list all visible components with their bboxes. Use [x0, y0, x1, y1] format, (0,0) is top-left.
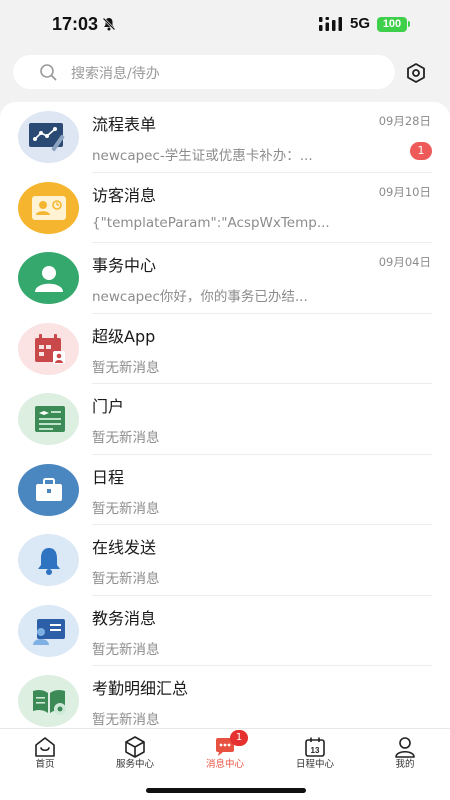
bell-off-icon: [102, 17, 116, 31]
status-time: 17:03: [52, 14, 99, 34]
battery-indicator: 100: [377, 17, 407, 32]
item-title: 日程: [92, 467, 125, 487]
signal-icon: [319, 17, 342, 31]
item-title: 教务消息: [92, 608, 157, 628]
list-item-workflow-form[interactable]: 流程表单 09月28日 newcapec-学生证或优惠卡补办：... 1: [0, 102, 450, 173]
bell-icon: [18, 534, 79, 586]
portal-board-icon: [18, 393, 79, 445]
tab-label: 消息中心: [205, 759, 244, 770]
network-type: 5G: [350, 15, 371, 32]
home-indicator: [146, 788, 306, 793]
tab-profile[interactable]: 我的: [360, 729, 450, 779]
tab-home[interactable]: 首页: [0, 729, 90, 779]
settings-icon[interactable]: [405, 62, 427, 84]
user-icon: [18, 252, 79, 304]
list-item-visitor[interactable]: 访客消息 09月10日 {"templateParam":"AcspWxTemp…: [0, 173, 450, 243]
search-icon: [40, 64, 57, 81]
list-item-teaching[interactable]: 教务消息 暂无新消息: [0, 596, 450, 666]
tab-service-center[interactable]: 服务中心: [90, 729, 180, 779]
item-preview: 暂无新消息: [92, 571, 160, 587]
item-preview: newcapec-学生证或优惠卡补办：...: [92, 148, 313, 164]
tab-label: 日程中心: [295, 759, 334, 770]
status-bar: 17:03 5G 100: [0, 0, 450, 50]
item-preview: 暂无新消息: [92, 359, 160, 376]
battery-tip: [408, 21, 410, 27]
item-title: 事务中心: [92, 256, 157, 275]
attendance-book-icon: [18, 675, 79, 727]
item-title: 门户: [92, 397, 125, 416]
item-preview: 暂无新消息: [92, 712, 160, 728]
visitor-card-icon: [18, 181, 79, 234]
list-item-portal[interactable]: 门户 暂无新消息: [0, 384, 450, 455]
tab-label: 首页: [35, 759, 55, 770]
tab-label: 服务中心: [115, 759, 154, 770]
search-input[interactable]: 搜索消息/待办: [13, 55, 395, 89]
list-item-super-app[interactable]: 超级App 暂无新消息: [0, 314, 450, 384]
svg-text:13: 13: [311, 746, 320, 755]
tab-badge: 1: [230, 730, 248, 746]
item-preview: newcapec你好，你的事务已办结...: [92, 289, 308, 305]
tab-schedule-center[interactable]: 13 日程中心: [270, 729, 360, 779]
list-item-schedule[interactable]: 日程 暂无新消息: [0, 455, 450, 525]
item-preview: {"templateParam":"AcspWxTemp...: [92, 214, 330, 231]
item-title: 访客消息: [92, 185, 157, 205]
list-item-affairs[interactable]: 事务中心 09月04日 newcapec你好，你的事务已办结...: [0, 243, 450, 314]
item-title: 超级App: [92, 326, 156, 346]
tab-label: 我的: [395, 759, 415, 770]
search-placeholder: 搜索消息/待办: [71, 66, 160, 82]
item-date: 09月28日: [378, 114, 431, 128]
item-date: 09月10日: [378, 184, 431, 199]
list-item-attendance[interactable]: 考勤明细汇总 暂无新消息: [0, 666, 450, 728]
item-title: 考勤明细汇总: [92, 679, 189, 698]
item-title: 在线发送: [92, 538, 157, 557]
item-title: 流程表单: [92, 115, 157, 134]
tab-message-center[interactable]: 1 消息中心: [180, 729, 270, 779]
briefcase-icon: [18, 463, 79, 516]
unread-badge: 1: [410, 142, 432, 160]
item-date: 09月04日: [378, 255, 431, 269]
calendar-user-icon: [18, 322, 79, 375]
item-preview: 暂无新消息: [92, 641, 160, 658]
workflow-form-icon: [18, 111, 79, 163]
message-list: 流程表单 09月28日 newcapec-学生证或优惠卡补办：... 1 访客消…: [0, 102, 450, 728]
item-preview: 暂无新消息: [92, 430, 160, 446]
teaching-icon: [18, 604, 79, 657]
item-preview: 暂无新消息: [92, 500, 160, 517]
list-item-online-send[interactable]: 在线发送 暂无新消息: [0, 525, 450, 596]
